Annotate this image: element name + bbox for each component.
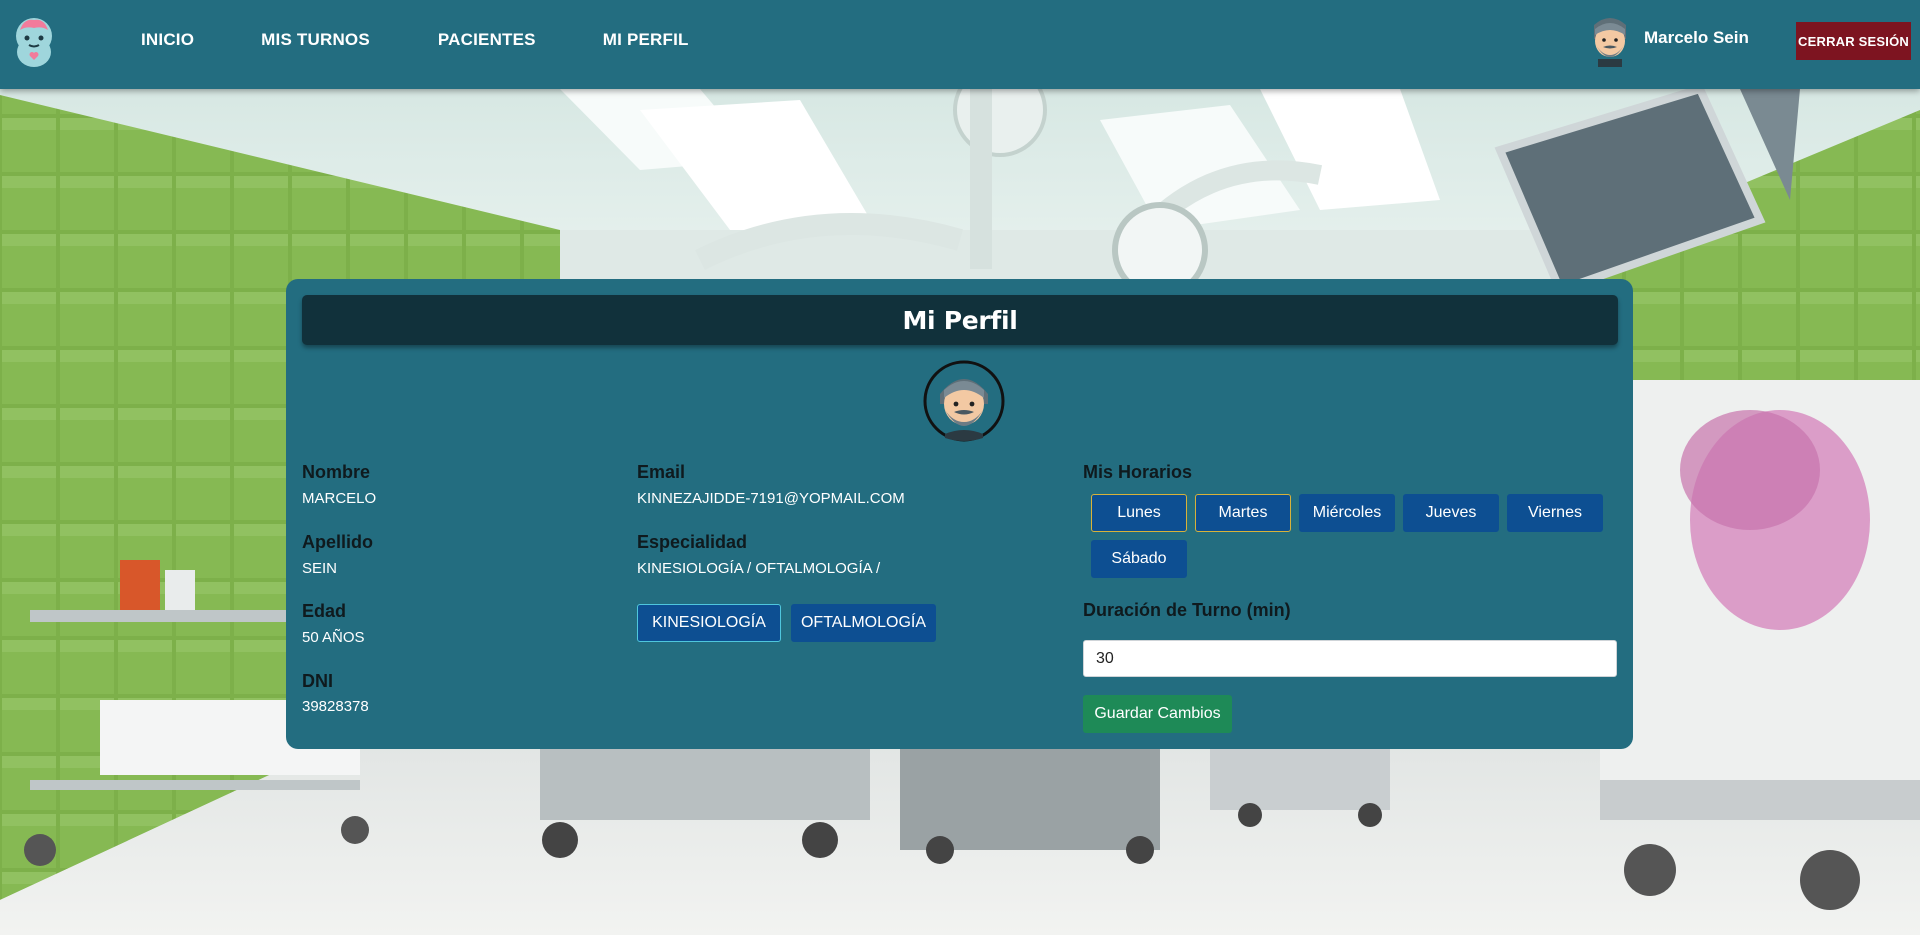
- day-button-martes[interactable]: Martes: [1195, 494, 1291, 532]
- profile-card-header: Mi Perfil: [302, 295, 1618, 345]
- top-navbar: INICIO MIS TURNOS PACIENTES MI PERFIL Ma…: [0, 0, 1920, 89]
- day-button-viernes[interactable]: Viernes: [1507, 494, 1603, 532]
- nav-pacientes[interactable]: PACIENTES: [438, 30, 536, 50]
- email-label: Email: [637, 462, 686, 482]
- duration-input[interactable]: [1083, 640, 1617, 677]
- nombre-label: Nombre: [302, 462, 371, 482]
- profile-card: Mi Perfil Nombre MARCELO Apellido SEIN E…: [286, 279, 1633, 749]
- especialidad-label: Especialidad: [637, 532, 748, 552]
- logout-button[interactable]: CERRAR SESIÓN: [1796, 22, 1911, 60]
- nav-inicio[interactable]: INICIO: [141, 30, 194, 50]
- nav-mi-perfil[interactable]: MI PERFIL: [603, 30, 689, 50]
- edad-label: Edad: [302, 601, 347, 621]
- main-nav: INICIO MIS TURNOS PACIENTES MI PERFIL: [141, 0, 756, 80]
- day-button-lunes[interactable]: Lunes: [1091, 494, 1187, 532]
- dni-label: DNI: [302, 671, 333, 691]
- specialty-button-oftalmologia[interactable]: OFTALMOLOGÍA: [791, 604, 936, 642]
- horarios-label: Mis Horarios: [1083, 462, 1193, 482]
- page-title: Mi Perfil: [902, 305, 1018, 335]
- bearded-man-avatar-icon: [923, 360, 1005, 442]
- day-button-miercoles[interactable]: Miércoles: [1299, 494, 1395, 532]
- specialty-button-kinesiologia[interactable]: KINESIOLOGÍA: [637, 604, 781, 642]
- dni-value: 39828378: [302, 698, 369, 715]
- email-value: KINNEZAJIDDE-7191@YOPMAIL.COM: [637, 490, 905, 507]
- day-button-sabado[interactable]: Sábado: [1091, 540, 1187, 578]
- user-name: Marcelo Sein: [1644, 28, 1749, 47]
- edad-value: 50 AÑOS: [302, 629, 365, 646]
- duracion-label: Duración de Turno (min): [1083, 600, 1291, 620]
- brain-mascot-icon[interactable]: [10, 14, 58, 68]
- save-button[interactable]: Guardar Cambios: [1083, 695, 1232, 733]
- profile-avatar: [923, 360, 1005, 442]
- nombre-value: MARCELO: [302, 490, 377, 507]
- apellido-label: Apellido: [302, 532, 373, 552]
- day-button-jueves[interactable]: Jueves: [1403, 494, 1499, 532]
- especialidad-value: KINESIOLOGÍA / OFTALMOLOGÍA /: [637, 560, 881, 577]
- nav-mis-turnos[interactable]: MIS TURNOS: [261, 30, 370, 50]
- apellido-value: SEIN: [302, 560, 338, 577]
- bearded-man-avatar-icon: [1588, 15, 1632, 67]
